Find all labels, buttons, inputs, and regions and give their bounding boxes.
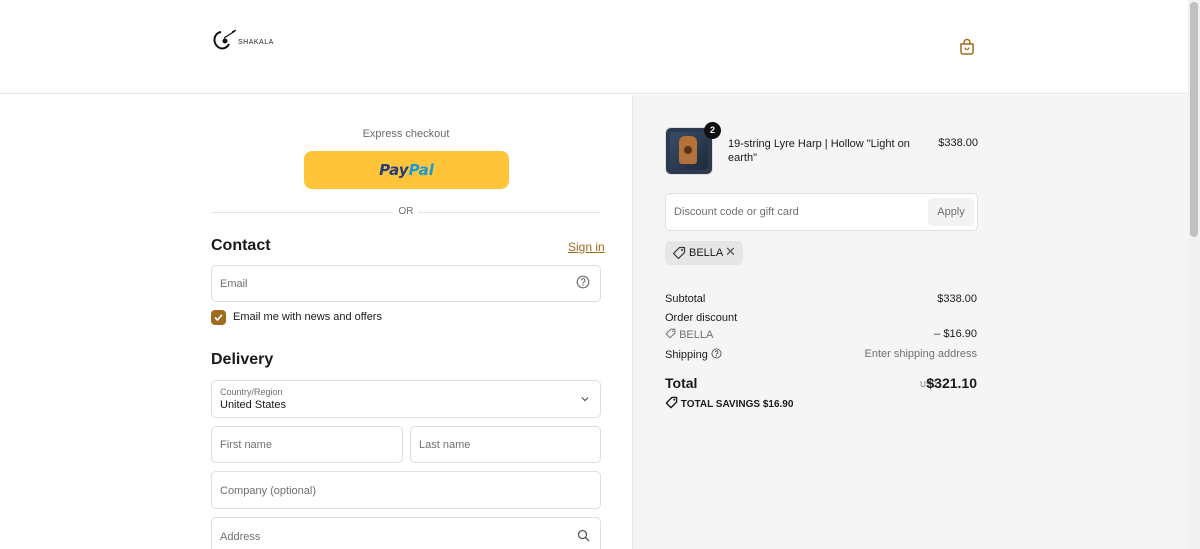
address-field[interactable]: Address <box>211 517 601 549</box>
last-name-field[interactable]: Last name <box>410 426 601 463</box>
delivery-title: Delivery <box>211 351 274 368</box>
site-header: SHAKALA <box>0 0 1188 94</box>
newsletter-label: Email me with news and offers <box>233 311 382 323</box>
newsletter-checkbox[interactable] <box>211 310 226 325</box>
paypal-logo-pay: Pay <box>379 161 409 179</box>
company-placeholder: Company (optional) <box>220 485 316 497</box>
first-name-placeholder: First name <box>220 439 272 451</box>
product-thumbnail: 2 <box>665 122 721 175</box>
lyre-logo-icon <box>213 29 237 50</box>
quantity-badge: 2 <box>704 122 721 139</box>
total-label: Total <box>665 375 698 391</box>
tag-icon <box>665 396 678 409</box>
applied-code: BELLA <box>689 247 724 259</box>
email-field[interactable]: Email <box>211 265 601 302</box>
product-price: $338.00 <box>938 137 978 149</box>
question-circle-icon[interactable] <box>576 275 590 292</box>
total-amount: $321.10 <box>926 375 977 391</box>
paypal-logo-pal: Pal <box>408 161 434 179</box>
discount-code-input[interactable]: Discount code or gift card Apply <box>665 193 978 231</box>
paypal-logo: PayPal <box>379 161 434 179</box>
email-placeholder: Email <box>220 278 248 290</box>
address-placeholder: Address <box>220 531 261 543</box>
checkout-form: Express checkout PayPal OR Contact Sign … <box>0 95 632 549</box>
search-icon <box>577 529 590 545</box>
discount-placeholder: Discount code or gift card <box>674 206 799 218</box>
country-select[interactable]: Country/Region United States <box>211 380 601 418</box>
shipping-row: Shipping <box>665 348 722 361</box>
paypal-button[interactable]: PayPal <box>304 151 509 189</box>
order-discount-label: Order discount <box>665 312 738 324</box>
country-label: Country/Region <box>220 387 283 397</box>
order-summary: 2 19-string Lyre Harp | Hollow "Light on… <box>632 95 1188 549</box>
page-scrollbar[interactable] <box>1188 0 1200 549</box>
shipping-label: Shipping <box>665 349 708 361</box>
scrollbar-thumb[interactable] <box>1190 2 1198 237</box>
question-circle-icon[interactable] <box>711 348 722 359</box>
applied-discount-chip: BELLA ✕ <box>665 241 743 265</box>
checkmark-icon <box>214 314 223 322</box>
first-name-field[interactable]: First name <box>211 426 403 463</box>
subtotal-value: $338.00 <box>937 293 977 305</box>
shopping-bag-icon[interactable] <box>958 38 976 56</box>
remove-discount-icon[interactable]: ✕ <box>725 244 736 260</box>
savings-value: $16.90 <box>762 399 794 410</box>
contact-title: Contact <box>211 237 271 254</box>
tag-icon <box>672 246 686 265</box>
total-savings: TOTAL SAVINGS $16.90 <box>665 396 793 410</box>
savings-label: TOTAL SAVINGS <box>680 399 761 410</box>
apply-button[interactable]: Apply <box>928 198 974 226</box>
last-name-placeholder: Last name <box>419 439 471 451</box>
shakala-logo[interactable]: SHAKALA <box>211 28 281 56</box>
discount-value: – $16.90 <box>934 328 977 340</box>
express-checkout-label: Express checkout <box>362 128 450 140</box>
discount-code-row: BELLA <box>665 328 713 341</box>
tag-icon <box>665 328 676 339</box>
sign-in-link[interactable]: Sign in <box>568 240 605 254</box>
product-name: 19-string Lyre Harp | Hollow "Light on e… <box>728 138 910 164</box>
subtotal-label: Subtotal <box>665 293 706 305</box>
chevron-down-icon <box>580 393 590 407</box>
or-divider: OR <box>211 206 601 218</box>
shipping-value: Enter shipping address <box>864 348 977 360</box>
discount-code-label: BELLA <box>679 329 714 341</box>
logo-text: SHAKALA <box>238 39 274 46</box>
country-value: United States <box>220 399 287 411</box>
company-field[interactable]: Company (optional) <box>211 471 601 509</box>
